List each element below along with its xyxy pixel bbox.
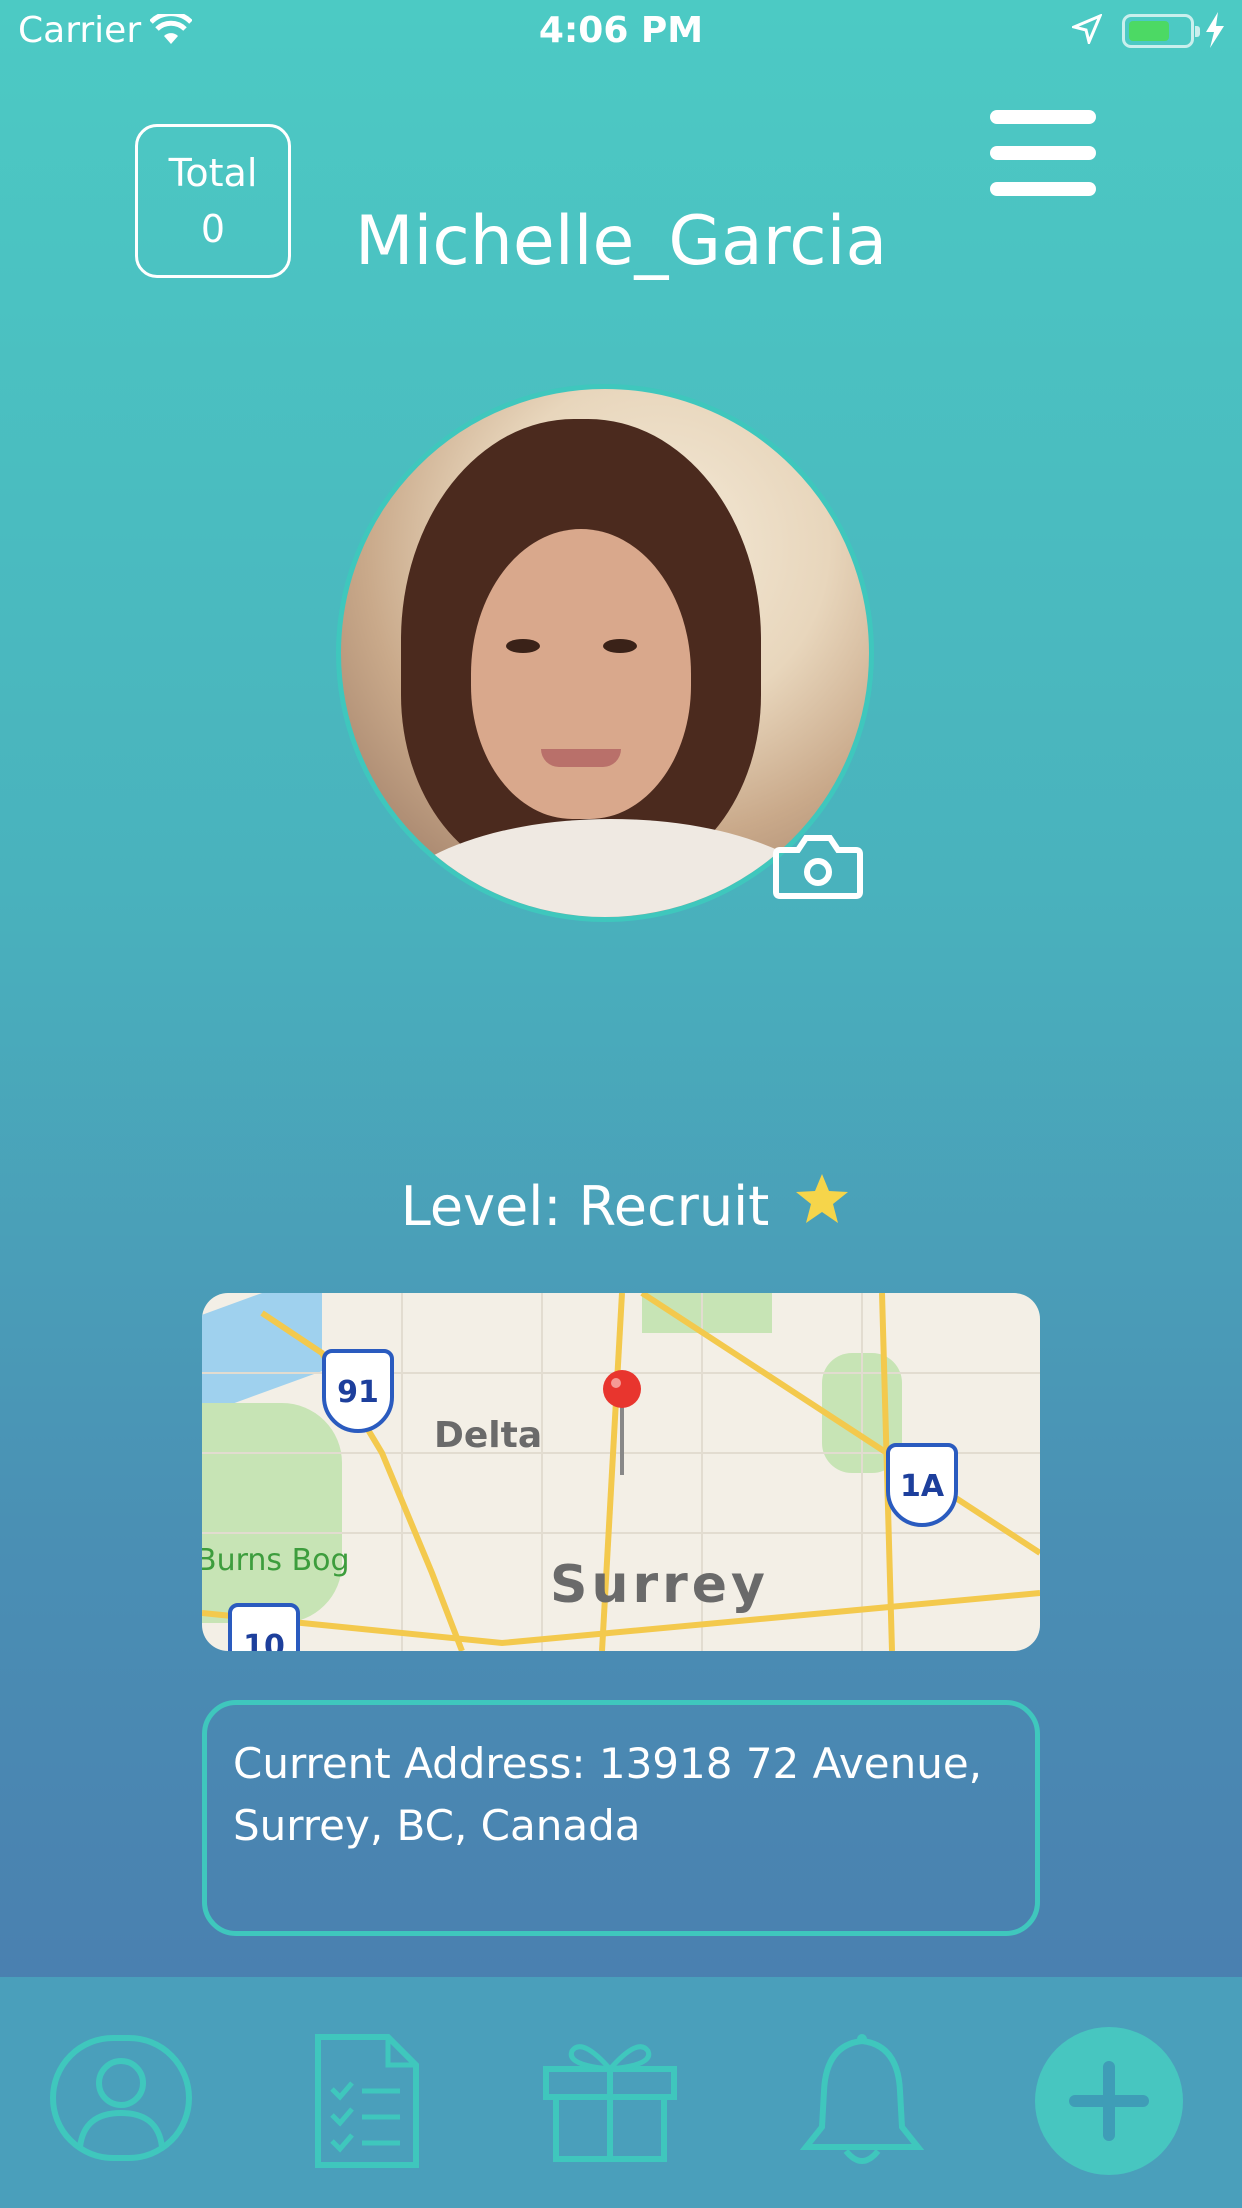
charging-icon	[1206, 12, 1224, 48]
camera-upload-icon[interactable]	[770, 828, 866, 904]
highway-shield-10: 10	[228, 1603, 300, 1651]
add-icon[interactable]	[1035, 2027, 1183, 2175]
battery-icon	[1122, 14, 1200, 48]
status-bar: Carrier 4:06 PM	[0, 0, 1242, 62]
location-arrow-icon	[1072, 14, 1102, 44]
level-label: Level: Recruit	[400, 1175, 770, 1238]
tab-bar	[0, 1977, 1242, 2208]
highway-shield-1a: 1A	[886, 1443, 958, 1527]
map-pin-icon	[603, 1370, 641, 1475]
checklist-icon[interactable]	[314, 2033, 420, 2169]
gift-icon[interactable]	[542, 2033, 678, 2163]
total-label: Total	[168, 151, 258, 195]
status-time: 4:06 PM	[538, 10, 704, 51]
profile-icon[interactable]	[50, 2035, 192, 2161]
star-icon	[796, 1174, 848, 1223]
location-map[interactable]: 91 1A 10 Delta Surrey Burns Bog	[202, 1293, 1040, 1651]
username-title: Michelle_Garcia	[354, 202, 888, 281]
map-label-burns-bog: Burns Bog	[202, 1543, 350, 1578]
map-label-delta: Delta	[434, 1415, 543, 1456]
bell-icon[interactable]	[800, 2031, 924, 2171]
map-label-surrey: Surrey	[550, 1555, 769, 1615]
hamburger-menu-icon[interactable]	[990, 110, 1096, 198]
current-address-box: Current Address: 13918 72 Avenue, Surrey…	[202, 1700, 1040, 1936]
highway-shield-91: 91	[322, 1349, 394, 1433]
